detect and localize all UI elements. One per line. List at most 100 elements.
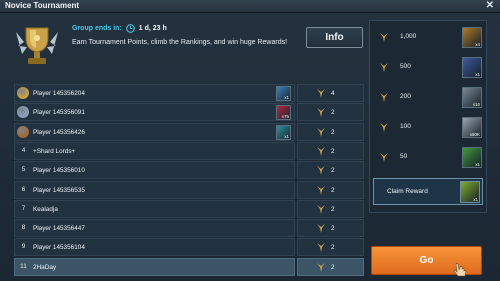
tournament-points-icon <box>317 186 325 195</box>
points-cell: 2 <box>297 123 364 141</box>
points-value: 2 <box>331 129 335 136</box>
headline-text: Earn Tournament Points, climb the Rankin… <box>72 39 288 46</box>
table-row: 8 Player 145356447 2 <box>14 219 364 238</box>
rank-number: 6 <box>21 186 26 193</box>
rank-medal-icon <box>17 126 29 138</box>
tournament-points-icon <box>317 108 325 117</box>
claim-reward-button[interactable]: Claim Reward x1 <box>373 178 483 205</box>
reward-tier: 200 x10 <box>376 86 482 108</box>
points-value: 2 <box>331 244 335 251</box>
tournament-points-icon <box>317 224 325 233</box>
player-cell: 7 Kealadja <box>14 200 295 218</box>
tournament-points-icon <box>380 123 388 132</box>
table-row: Player 145356204 x1 4 <box>14 84 364 103</box>
silver-chest-icon[interactable]: x10 <box>462 87 482 108</box>
reward-quantity: x1 <box>284 95 289 100</box>
group-timer: Group ends in: 1 d, 23 h <box>72 24 167 33</box>
reward-tier: 500 x1 <box>376 56 482 78</box>
table-row: 4 +Shard Lords+ 2 <box>14 142 364 161</box>
tournament-points-icon <box>317 166 325 175</box>
reward-quantity: x1 <box>473 197 478 202</box>
tournament-points-icon <box>380 93 388 102</box>
player-name: Player 145356104 <box>33 244 85 251</box>
reward-quantity: x1 <box>475 162 480 167</box>
player-cell: 6 Player 145356535 <box>14 181 295 199</box>
silver-coins-icon[interactable]: x50K <box>462 117 482 138</box>
points-cell: 2 <box>297 181 364 199</box>
treasure-chest-icon[interactable]: x4 <box>462 27 482 48</box>
table-row: Player 145356426 x1 2 <box>14 123 364 142</box>
window-title: Novice Tournament <box>5 1 80 10</box>
player-name: Player 145356426 <box>33 129 85 136</box>
close-icon[interactable]: ✕ <box>486 0 494 11</box>
points-cell: 2 <box>297 258 364 276</box>
points-value: 2 <box>331 206 335 213</box>
tournament-points-icon <box>317 205 325 214</box>
reward-quantity: x1 <box>284 134 289 139</box>
claim-reward-label: Claim Reward <box>387 188 428 195</box>
points-cell: 2 <box>297 238 364 256</box>
reward-quantity: x75 <box>281 114 289 119</box>
player-cell: 9 Player 145356104 <box>14 238 295 256</box>
rewards-panel: 1,000 x4 500 x1 200 x10 100 x50K 50 x1 Claim Rewar… <box>369 20 487 213</box>
champion-portrait-icon[interactable]: x1 <box>462 57 482 78</box>
rank-medal-icon <box>17 87 29 99</box>
table-row: Player 145356091 x75 2 <box>14 103 364 122</box>
tournament-window: Novice Tournament ✕ Group ends in: 1 d, … <box>0 0 500 281</box>
tier-points: 50 <box>400 153 408 160</box>
player-name: 2HaDay <box>33 264 57 271</box>
group-time-value: 1 d, 23 h <box>138 25 167 32</box>
rank-number: 7 <box>21 205 26 212</box>
tournament-points-icon <box>380 63 388 72</box>
red-gem-icon[interactable]: x75 <box>276 105 291 120</box>
player-cell: 5 Player 145356010 <box>14 161 295 179</box>
title-bar: Novice Tournament ✕ <box>0 0 500 13</box>
teal-shard-icon[interactable]: x1 <box>276 125 291 140</box>
points-value: 2 <box>331 167 335 174</box>
blue-crystal-icon[interactable]: x1 <box>276 86 291 101</box>
points-value: 2 <box>331 148 335 155</box>
points-cell: 2 <box>297 103 364 121</box>
info-button[interactable]: Info <box>306 27 363 48</box>
reward-quantity: x1 <box>475 72 480 77</box>
points-value: 2 <box>331 225 335 232</box>
tournament-points-icon <box>317 243 325 252</box>
tournament-points-icon <box>380 33 388 42</box>
points-cell: 2 <box>297 161 364 179</box>
group-ends-label: Group ends in: <box>72 25 122 32</box>
green-potion-icon[interactable]: x1 <box>462 147 482 168</box>
reward-tier: 50 x1 <box>376 146 482 168</box>
tournament-points-icon <box>317 128 325 137</box>
rank-number: 9 <box>21 243 26 250</box>
rank-number: 5 <box>21 166 26 173</box>
trophy-icon <box>16 27 58 64</box>
tournament-points-icon <box>317 263 325 272</box>
rank-number: 11 <box>20 263 27 270</box>
reward-tier: 1,000 x4 <box>376 26 482 48</box>
player-name: Player 145356447 <box>33 225 85 232</box>
tier-points: 200 <box>400 93 411 100</box>
player-cell: 11 2HaDay <box>14 258 295 276</box>
points-value: 2 <box>331 187 335 194</box>
tournament-points-icon <box>317 147 325 156</box>
points-value: 2 <box>331 109 335 116</box>
table-row: 9 Player 145356104 2 <box>14 238 364 257</box>
player-cell: 4 +Shard Lords+ <box>14 142 295 160</box>
potion-icon: x1 <box>460 181 480 203</box>
hand-cursor-icon <box>453 263 467 277</box>
points-cell: 2 <box>297 200 364 218</box>
rank-medal-icon <box>17 106 29 118</box>
reward-quantity: x10 <box>472 102 480 107</box>
tournament-points-icon <box>317 89 325 98</box>
player-cell: Player 145356426 x1 <box>14 123 295 141</box>
tier-points: 500 <box>400 63 411 70</box>
player-name: +Shard Lords+ <box>33 148 76 155</box>
tier-points: 1,000 <box>400 33 417 40</box>
rank-number: 8 <box>21 224 26 231</box>
player-name: Kealadja <box>33 206 58 213</box>
table-row: 7 Kealadja 2 <box>14 200 364 219</box>
table-row: 5 Player 145356010 2 <box>14 161 364 180</box>
points-cell: 2 <box>297 142 364 160</box>
table-row: 11 2HaDay 2 <box>14 258 364 277</box>
rank-number: 4 <box>21 147 26 154</box>
